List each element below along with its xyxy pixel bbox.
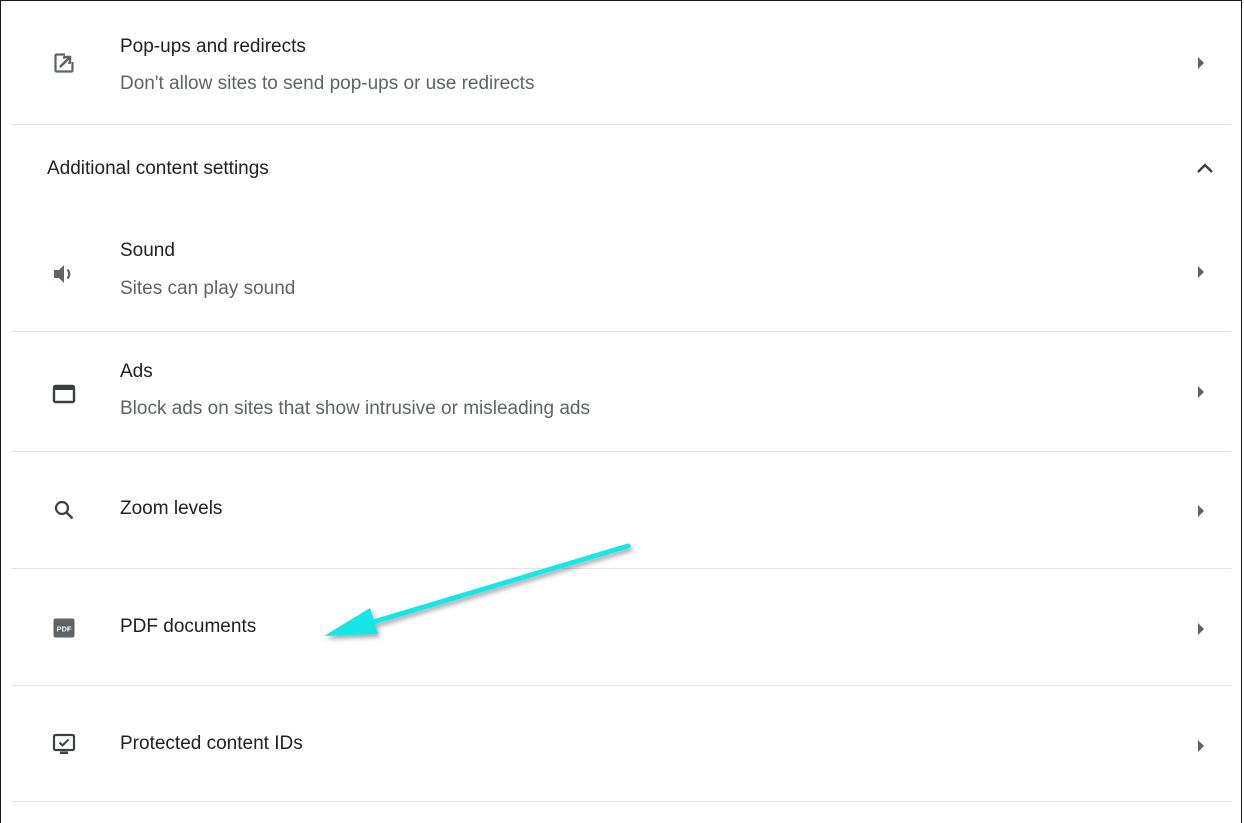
popups-subtitle: Don't allow sites to send pop-ups or use… bbox=[120, 73, 535, 94]
chevron-right-icon bbox=[1193, 503, 1209, 519]
sound-row[interactable]: Sound Sites can play sound bbox=[12, 211, 1231, 332]
zoom-levels-row[interactable]: Zoom levels bbox=[12, 452, 1231, 569]
additional-content-settings-toggle[interactable]: Additional content settings bbox=[12, 125, 1231, 211]
sound-subtitle: Sites can play sound bbox=[120, 278, 296, 299]
popups-title: Pop-ups and redirects bbox=[120, 36, 306, 57]
section-title: Additional content settings bbox=[47, 158, 269, 179]
pdf-icon: PDF bbox=[52, 616, 76, 640]
chevron-right-icon bbox=[1193, 738, 1209, 754]
chevron-right-icon bbox=[1193, 264, 1209, 280]
open-in-new-icon bbox=[52, 51, 76, 75]
protected-content-icon bbox=[52, 732, 76, 756]
search-icon bbox=[52, 498, 76, 522]
pdf-icon-label: PDF bbox=[57, 625, 72, 634]
ads-title: Ads bbox=[120, 361, 153, 382]
protected-content-ids-row[interactable]: Protected content IDs bbox=[12, 686, 1231, 802]
volume-icon bbox=[52, 262, 76, 286]
popups-redirects-row[interactable]: Pop-ups and redirects Don't allow sites … bbox=[12, 1, 1231, 125]
chevron-right-icon bbox=[1193, 384, 1209, 400]
sound-title: Sound bbox=[120, 240, 175, 261]
chevron-up-icon bbox=[1195, 161, 1215, 175]
pdf-title: PDF documents bbox=[120, 616, 257, 637]
chevron-right-icon bbox=[1193, 55, 1209, 71]
zoom-title: Zoom levels bbox=[120, 498, 223, 519]
ads-subtitle: Block ads on sites that show intrusive o… bbox=[120, 398, 590, 419]
chevron-right-icon bbox=[1193, 621, 1209, 637]
ads-window-icon bbox=[52, 382, 76, 406]
protected-title: Protected content IDs bbox=[120, 733, 303, 754]
pdf-documents-row[interactable]: PDF PDF documents bbox=[12, 569, 1231, 686]
ads-row[interactable]: Ads Block ads on sites that show intrusi… bbox=[12, 332, 1231, 452]
settings-panel: Pop-ups and redirects Don't allow sites … bbox=[0, 0, 1242, 823]
